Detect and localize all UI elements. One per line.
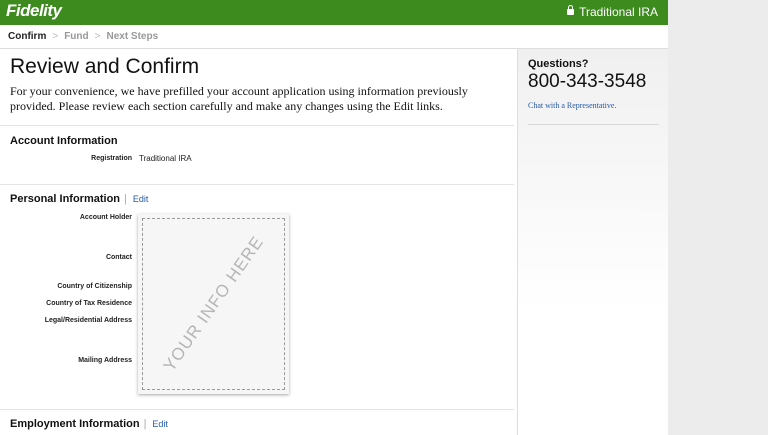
section-divider xyxy=(0,409,514,410)
placeholder-text: YOUR INFO HERE xyxy=(159,232,267,375)
employment-information-title: Employment Information xyxy=(10,418,140,430)
placeholder-dashed-frame: YOUR INFO HERE xyxy=(142,218,285,390)
chat-with-representative-link[interactable]: Chat with a Representative. xyxy=(528,101,616,110)
personal-info-placeholder: YOUR INFO HERE xyxy=(138,214,289,394)
section-divider xyxy=(0,184,514,185)
application-page: Fidelity Traditional IRA Confirm > Fund > Ne… xyxy=(0,0,668,435)
chevron-right-icon: > xyxy=(94,31,101,42)
mailing-address-label: Mailing Address xyxy=(78,357,132,364)
personal-information-heading: Personal Information | Edit xyxy=(10,193,148,205)
questions-sidebar: Questions? 800-343-3548 Chat with a Repr… xyxy=(517,49,668,435)
pipe-divider: | xyxy=(124,193,127,205)
lock-icon xyxy=(567,5,575,15)
fidelity-logo[interactable]: Fidelity xyxy=(6,1,62,21)
page-background xyxy=(668,0,768,435)
chevron-right-icon: > xyxy=(52,31,59,42)
main-content: Review and Confirm For your convenience,… xyxy=(0,49,516,435)
registration-label: Registration xyxy=(91,155,132,162)
employment-information-heading: Employment Information | Edit xyxy=(10,418,168,430)
account-type-indicator: Traditional IRA xyxy=(567,5,658,19)
sidebar-title: Questions? xyxy=(528,58,589,70)
support-phone-number: 800-343-3548 xyxy=(528,71,647,92)
breadcrumb: Confirm > Fund > Next Steps xyxy=(8,31,158,42)
pipe-divider: | xyxy=(143,418,147,430)
personal-information-title: Personal Information xyxy=(10,193,121,205)
breadcrumb-step-confirm: Confirm xyxy=(8,31,47,42)
contact-label: Contact xyxy=(105,254,132,261)
breadcrumb-step-fund: Fund xyxy=(64,31,89,42)
top-bar: Fidelity Traditional IRA xyxy=(0,0,668,25)
breadcrumb-step-next-steps: Next Steps xyxy=(106,31,159,42)
registration-value: Traditional IRA xyxy=(139,154,192,163)
country-of-citizenship-label: Country of Citizenship xyxy=(57,283,132,290)
account-holder-label: Account Holder xyxy=(79,214,132,221)
employment-information-edit-link[interactable]: Edit xyxy=(152,419,168,429)
section-divider xyxy=(0,125,514,126)
country-of-tax-residence-label: Country of Tax Residence xyxy=(46,300,132,307)
account-information-heading: Account Information xyxy=(10,135,118,147)
personal-information-edit-link[interactable]: Edit xyxy=(133,194,149,204)
page-title: Review and Confirm xyxy=(10,55,200,78)
intro-text: For your convenience, we have prefilled … xyxy=(10,84,468,113)
account-type-label: Traditional IRA xyxy=(579,5,658,19)
sidebar-divider xyxy=(528,124,659,125)
legal-residential-address-label: Legal/Residential Address xyxy=(44,317,132,324)
